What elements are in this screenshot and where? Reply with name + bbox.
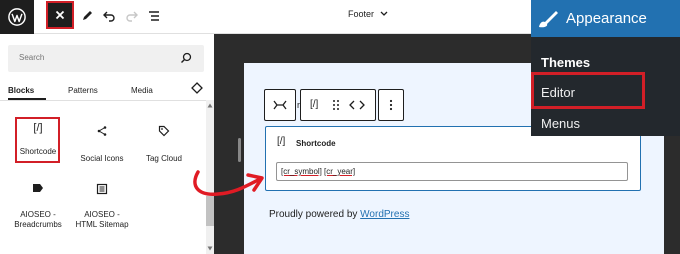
tab-media[interactable]: Media bbox=[131, 86, 153, 95]
block-tag-cloud[interactable]: Tag Cloud bbox=[138, 125, 190, 164]
brush-icon bbox=[539, 11, 558, 28]
shortcode-block-label: Shortcode bbox=[296, 139, 336, 148]
admin-item-themes[interactable]: Themes bbox=[541, 55, 590, 70]
scroll-down-icon[interactable] bbox=[207, 246, 213, 251]
admin-item-menus[interactable]: Menus bbox=[541, 116, 580, 131]
tag-icon bbox=[158, 125, 170, 137]
scroll-up-icon[interactable] bbox=[207, 103, 213, 108]
shortcode-year: [cr_year] bbox=[324, 167, 356, 176]
wordpress-logo[interactable] bbox=[0, 0, 34, 34]
block-label: Tag Cloud bbox=[145, 154, 183, 163]
block-label: HTML Sitemap bbox=[75, 220, 129, 229]
diamond-fonts-icon[interactable] bbox=[190, 82, 204, 94]
document-overview-button[interactable] bbox=[146, 8, 162, 24]
shortcode-block-icon: [/] bbox=[277, 136, 286, 147]
annotation-arrow-icon bbox=[193, 170, 264, 196]
share-icon bbox=[97, 126, 107, 136]
undo-icon bbox=[103, 11, 115, 22]
shortcode-block-type-button[interactable]: [/] bbox=[310, 99, 318, 110]
admin-menu-title: Appearance bbox=[566, 10, 647, 27]
undo-button[interactable] bbox=[101, 8, 117, 24]
edit-tool-button[interactable] bbox=[79, 8, 95, 24]
shortcode-symbol: [cr_symbol] bbox=[281, 167, 322, 176]
block-transform-button[interactable] bbox=[264, 89, 296, 121]
block-label: Shortcode bbox=[19, 147, 57, 156]
block-toolbar-group: [/] bbox=[300, 89, 376, 121]
wordpress-link[interactable]: WordPress bbox=[360, 209, 409, 220]
document-title-label: Footer bbox=[348, 9, 375, 19]
block-label: AIOSEO - bbox=[20, 210, 56, 219]
block-label: AIOSEO - bbox=[84, 210, 120, 219]
transform-icon bbox=[273, 100, 287, 110]
redo-icon bbox=[126, 11, 138, 22]
close-icon bbox=[55, 10, 65, 20]
document-title[interactable]: Footer bbox=[348, 9, 388, 19]
block-label: Social Icons bbox=[80, 154, 124, 163]
pencil-icon bbox=[83, 11, 92, 20]
block-label: Breadcrumbs bbox=[14, 220, 62, 229]
block-social-icons[interactable]: Social Icons bbox=[76, 125, 128, 164]
resize-handle-left[interactable] bbox=[238, 138, 241, 162]
close-inserter-button[interactable] bbox=[46, 1, 74, 29]
tabs-divider bbox=[0, 100, 214, 101]
tab-blocks[interactable]: Blocks bbox=[8, 86, 34, 95]
redo-button[interactable] bbox=[124, 8, 140, 24]
block-aioseo-sitemap[interactable]: AIOSEO - HTML Sitemap bbox=[74, 183, 130, 230]
chevron-down-icon bbox=[380, 11, 387, 16]
shortcode-icon: [/] bbox=[33, 122, 43, 134]
list-view-icon bbox=[149, 11, 159, 21]
drag-handle-icon[interactable] bbox=[332, 99, 340, 111]
search-placeholder: Search bbox=[19, 53, 45, 62]
footer-credit-text: Proudly powered by bbox=[269, 209, 361, 220]
block-options-button[interactable] bbox=[378, 89, 404, 121]
wordpress-icon bbox=[8, 8, 26, 26]
more-vertical-icon bbox=[389, 99, 393, 111]
block-shortcode[interactable]: [/] Shortcode bbox=[12, 123, 64, 157]
breadcrumbs-icon bbox=[33, 184, 43, 192]
search-icon bbox=[181, 52, 192, 63]
sitemap-icon bbox=[96, 183, 108, 195]
admin-item-editor[interactable]: Editor bbox=[541, 85, 575, 100]
block-aioseo-breadcrumbs[interactable]: AIOSEO - Breadcrumbs bbox=[12, 183, 64, 230]
move-arrows-icon[interactable] bbox=[349, 100, 365, 110]
footer-credit: Proudly powered by WordPress bbox=[269, 209, 409, 220]
tab-patterns[interactable]: Patterns bbox=[68, 86, 98, 95]
